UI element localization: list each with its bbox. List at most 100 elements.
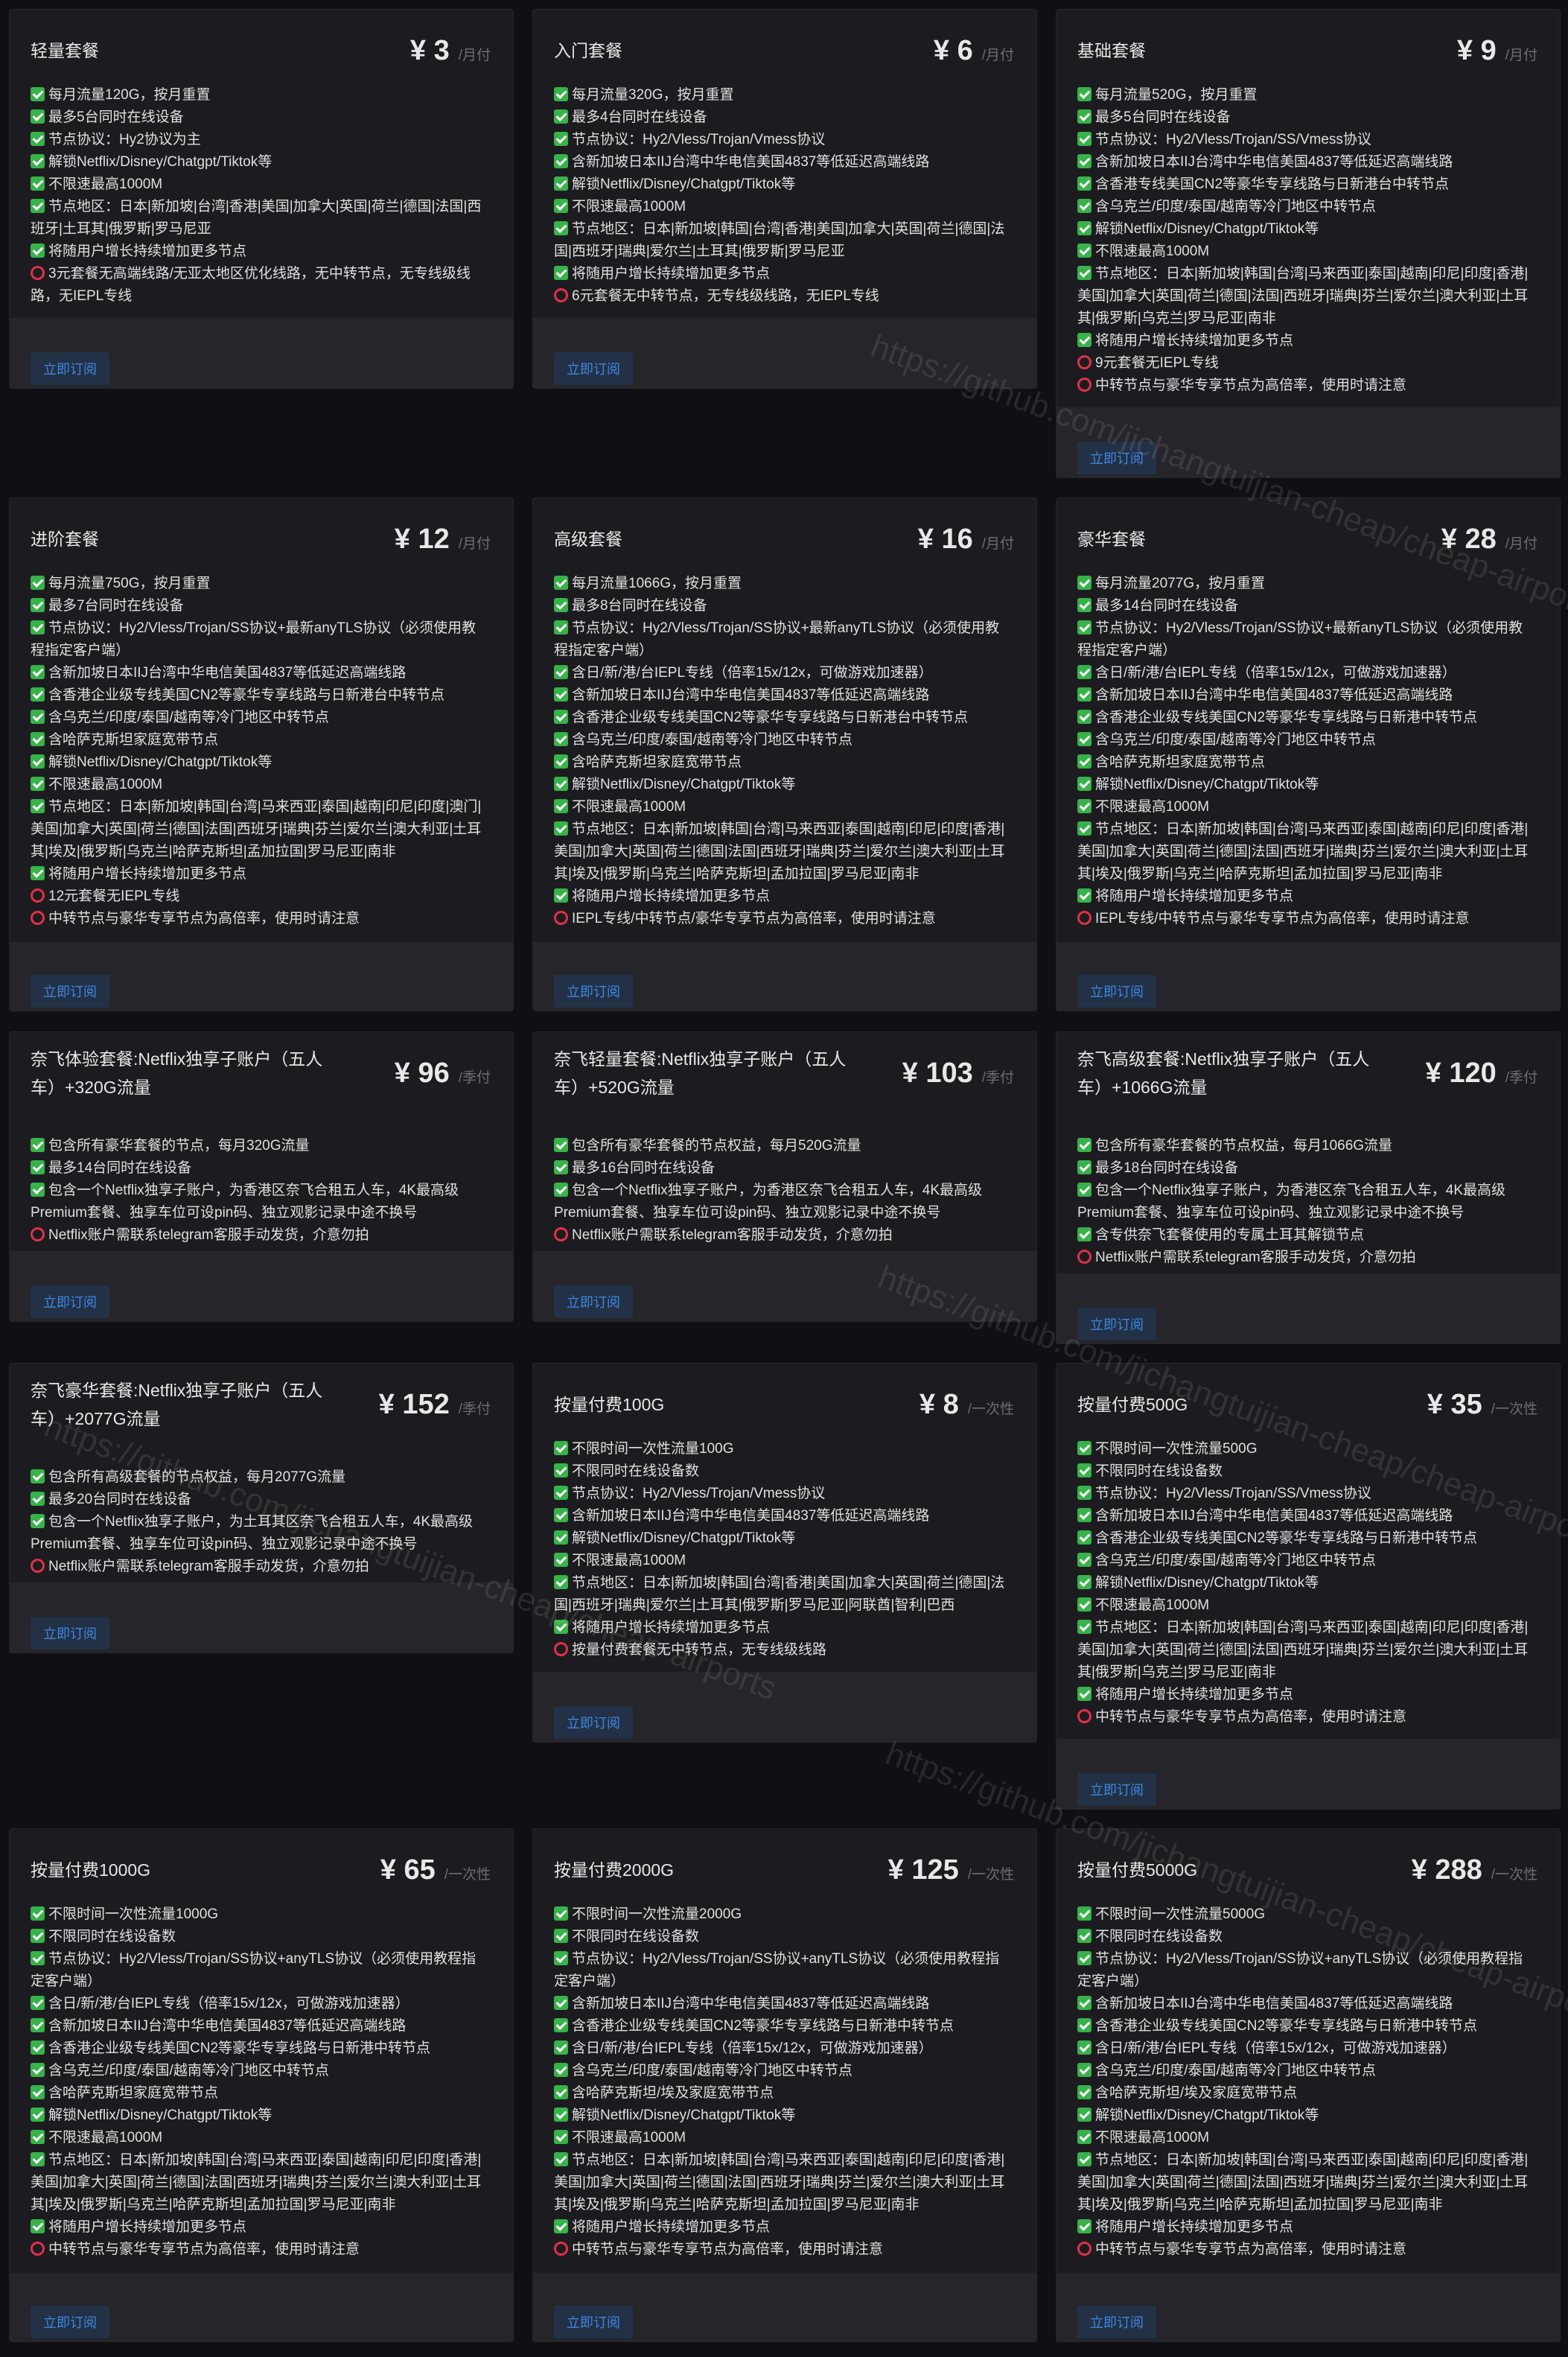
plan-title: 入门套餐 bbox=[554, 41, 622, 60]
check-square-icon bbox=[554, 87, 568, 101]
billing-period: /月付 bbox=[458, 47, 491, 63]
feature-item: 含日/新/港/台IEPL专线（倍率15x/12x，可做游戏加速器） bbox=[31, 1993, 489, 2015]
check-square-icon bbox=[31, 2152, 45, 2166]
feature-item: 最多14台同时在线设备 bbox=[31, 1157, 489, 1180]
feature-text: 节点地区：日本|新加坡|韩国|台湾|马来西亚|泰国|越南|印尼|印度|澳门|美国… bbox=[31, 799, 482, 859]
feature-text: 含香港企业级专线美国CN2等豪华专享线路与日新港台中转节点 bbox=[48, 687, 445, 703]
check-square-icon bbox=[31, 732, 45, 746]
check-square-icon bbox=[31, 687, 45, 702]
subscribe-button[interactable]: 立即订阅 bbox=[554, 2306, 633, 2338]
feature-text: 含新加坡日本IIJ台湾中华电信美国4837等低延迟高端线路 bbox=[1095, 154, 1453, 170]
feature-item: 解锁Netflix/Disney/Chatgpt/Tiktok等 bbox=[554, 774, 1013, 796]
check-square-icon bbox=[554, 2152, 568, 2166]
feature-item: 将随用户增长持续增加更多节点 bbox=[1077, 2216, 1536, 2239]
check-square-icon bbox=[554, 687, 568, 702]
feature-item: 解锁Netflix/Disney/Chatgpt/Tiktok等 bbox=[554, 2105, 1013, 2127]
check-square-icon bbox=[554, 754, 568, 769]
feature-item: 节点协议：Hy2/Vless/Trojan/Vmess协议 bbox=[554, 129, 1013, 151]
check-square-icon bbox=[554, 1575, 568, 1589]
feature-text: 不限时间一次性流量1000G bbox=[48, 1906, 219, 1922]
check-square-icon bbox=[554, 2018, 568, 2032]
subscribe-button[interactable]: 立即订阅 bbox=[554, 1706, 633, 1739]
plan-card: 奈飞豪华套餐:Netflix独享子账户（五人车）+2077G流量 ¥ 152/季付… bbox=[9, 1363, 514, 1653]
check-square-icon bbox=[1077, 620, 1091, 634]
feature-text: 解锁Netflix/Disney/Chatgpt/Tiktok等 bbox=[48, 2108, 273, 2123]
feature-text: 不限速最高1000M bbox=[572, 2130, 686, 2146]
feature-item: 解锁Netflix/Disney/Chatgpt/Tiktok等 bbox=[1077, 2105, 1536, 2127]
check-square-icon bbox=[1077, 2219, 1091, 2233]
feature-text: 含日/新/港/台IEPL专线（倍率15x/12x，可做游戏加速器） bbox=[48, 1996, 409, 2011]
billing-period: /一次性 bbox=[444, 1866, 491, 1883]
red-circle-icon bbox=[31, 2242, 45, 2256]
plan-price: ¥ 103/季付 bbox=[902, 1057, 1014, 1090]
plan-header: 奈飞豪华套餐:Netflix独享子账户（五人车）+2077G流量 ¥ 152/季付 bbox=[31, 1364, 491, 1445]
feature-item: 含日/新/港/台IEPL专线（倍率15x/12x，可做游戏加速器） bbox=[554, 2038, 1013, 2060]
feature-item: 含香港企业级专线美国CN2等豪华专享线路与日新港中转节点 bbox=[554, 2015, 1013, 2038]
subscribe-button[interactable]: 立即订阅 bbox=[1077, 1308, 1156, 1340]
check-square-icon bbox=[1077, 576, 1091, 590]
feature-text: 含专供奈飞套餐使用的专属土耳其解锁节点 bbox=[1095, 1227, 1365, 1243]
feature-item: 将随用户增长持续增加更多节点 bbox=[31, 863, 489, 885]
subscribe-button[interactable]: 立即订阅 bbox=[1077, 2306, 1156, 2338]
feature-text: 节点协议：Hy2/Vless/Trojan/Vmess协议 bbox=[572, 132, 826, 147]
check-square-icon bbox=[31, 1492, 45, 1506]
subscribe-button[interactable]: 立即订阅 bbox=[31, 2306, 109, 2338]
subscribe-button[interactable]: 立即订阅 bbox=[31, 975, 109, 1008]
feature-text: 解锁Netflix/Disney/Chatgpt/Tiktok等 bbox=[572, 1530, 796, 1546]
subscribe-button[interactable]: 立即订阅 bbox=[554, 975, 633, 1008]
check-square-icon bbox=[1077, 2063, 1091, 2077]
feature-text: 不限同时在线设备数 bbox=[48, 1929, 176, 1944]
feature-text: 节点协议：Hy2/Vless/Trojan/SS协议+最新anyTLS协议（必须… bbox=[1077, 620, 1523, 658]
feature-item: 最多16台同时在线设备 bbox=[554, 1157, 1013, 1180]
feature-text: 含乌克兰/印度/泰国/越南等冷门地区中转节点 bbox=[572, 732, 852, 748]
subscribe-button[interactable]: 立即订阅 bbox=[1077, 1773, 1156, 1806]
feature-item: 含乌克兰/印度/泰国/越南等冷门地区中转节点 bbox=[1077, 729, 1536, 751]
feature-text: 节点协议：Hy2/Vless/Trojan/Vmess协议 bbox=[572, 1486, 826, 1501]
red-circle-icon bbox=[554, 1642, 568, 1656]
feature-item: 含乌克兰/印度/泰国/越南等冷门地区中转节点 bbox=[31, 2060, 489, 2082]
billing-period: /月付 bbox=[458, 535, 491, 552]
price-amount: ¥ 8 bbox=[919, 1388, 959, 1420]
feature-text: 每月流量750G，按月重置 bbox=[48, 576, 211, 591]
feature-text: 解锁Netflix/Disney/Chatgpt/Tiktok等 bbox=[48, 754, 273, 770]
plan-card: 高级套餐 ¥ 16/月付 每月流量1066G，按月重置 最多8台同时在线设备 节点协议：… bbox=[532, 497, 1037, 1011]
subscribe-button[interactable]: 立即订阅 bbox=[1077, 442, 1156, 474]
red-circle-icon bbox=[1077, 1709, 1091, 1723]
feature-item: IEPL专线/中转节点/豪华专享节点为高倍率，使用时请注意 bbox=[554, 908, 1013, 930]
feature-item: 包含一个Netflix独享子账户，为香港区奈飞合租五人车，4K最高级Premiu… bbox=[1077, 1180, 1536, 1224]
check-square-icon bbox=[554, 799, 568, 813]
feature-text: 含新加坡日本IIJ台湾中华电信美国4837等低延迟高端线路 bbox=[48, 665, 407, 681]
subscribe-button[interactable]: 立即订阅 bbox=[31, 1617, 109, 1650]
plan-price: ¥ 16/月付 bbox=[918, 524, 1014, 556]
feature-text: 不限速最高1000M bbox=[48, 2130, 163, 2146]
feature-text: 节点协议：Hy2/Vless/Trojan/SS协议+anyTLS协议（必须使用… bbox=[554, 1951, 1000, 1989]
subscribe-button[interactable]: 立即订阅 bbox=[554, 1285, 633, 1318]
subscribe-button[interactable]: 立即订阅 bbox=[31, 352, 109, 385]
subscribe-button[interactable]: 立即订阅 bbox=[31, 1285, 109, 1318]
plan-title: 奈飞高级套餐:Netflix独享子账户（五人车）+1066G流量 bbox=[1077, 1049, 1370, 1097]
feature-text: 12元套餐无IEPL专线 bbox=[48, 888, 180, 904]
check-square-icon bbox=[1077, 1996, 1091, 2010]
feature-item: 不限时间一次性流量500G bbox=[1077, 1438, 1536, 1460]
check-square-icon bbox=[1077, 1227, 1091, 1241]
plan-card: 奈飞高级套餐:Netflix独享子账户（五人车）+1066G流量 ¥ 120/季付… bbox=[1056, 1031, 1561, 1344]
plan-header: 入门套餐 ¥ 6/月付 bbox=[554, 10, 1014, 92]
feature-item: 最多5台同时在线设备 bbox=[1077, 106, 1536, 129]
feature-text: 节点协议：Hy2/Vless/Trojan/SS协议+anyTLS协议（必须使用… bbox=[1077, 1951, 1523, 1989]
plan-title: 按量付费1000G bbox=[31, 1860, 151, 1880]
feature-list: 包含所有豪华套餐的节点权益，每月1066G流量 最多18台同时在线设备 包含一个Ne… bbox=[1077, 1135, 1536, 1269]
feature-text: 解锁Netflix/Disney/Chatgpt/Tiktok等 bbox=[572, 176, 796, 192]
check-square-icon bbox=[31, 1951, 45, 1965]
check-square-icon bbox=[554, 1929, 568, 1943]
subscribe-button[interactable]: 立即订阅 bbox=[1077, 975, 1156, 1008]
feature-item: 不限速最高1000M bbox=[31, 2127, 489, 2149]
feature-item: 不限速最高1000M bbox=[554, 2127, 1013, 2149]
feature-item: Netflix账户需联系telegram客服手动发货，介意勿拍 bbox=[554, 1224, 1013, 1247]
feature-list: 每月流量320G，按月重置 最多4台同时在线设备 节点协议：Hy2/Vless/Tr… bbox=[554, 84, 1013, 308]
plan-header: 按量付费5000G ¥ 288/一次性 bbox=[1077, 1829, 1537, 1911]
check-square-icon bbox=[31, 1996, 45, 2010]
check-square-icon bbox=[554, 665, 568, 679]
subscribe-button[interactable]: 立即订阅 bbox=[554, 352, 633, 385]
feature-text: 将随用户增长持续增加更多节点 bbox=[48, 2219, 247, 2235]
feature-item: 按量付费套餐无中转节点，无专线级线路 bbox=[554, 1639, 1013, 1661]
